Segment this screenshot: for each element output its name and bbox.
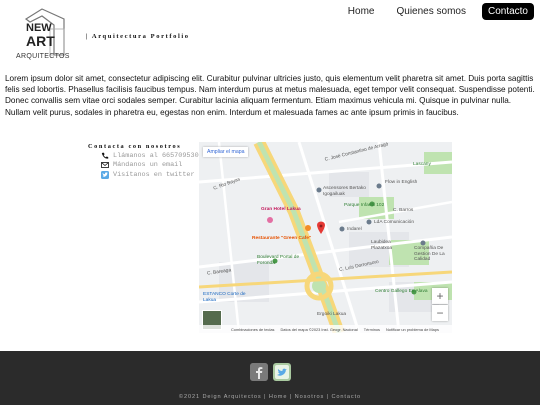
brand-subtitle: ARQUITECTOS bbox=[16, 53, 70, 60]
map-data-credit: Datos del mapa ©2023 Inst. Geogr. Nacion… bbox=[280, 326, 358, 332]
twitter-icon[interactable] bbox=[273, 363, 291, 381]
map-street-label: C. Barros bbox=[393, 208, 414, 213]
map-place-label: Flow in English bbox=[385, 180, 418, 185]
map-place-label: Compañia De Gestion De La Calidad bbox=[414, 246, 445, 262]
contact-phone-text: Llámanos al 665709530 bbox=[113, 151, 199, 160]
contact-title: Contacta con nosotros bbox=[88, 143, 182, 150]
nav-home[interactable]: Home bbox=[342, 3, 381, 20]
map-zoom-in-button[interactable]: + bbox=[432, 288, 448, 304]
map-place-label: Lascany bbox=[413, 162, 431, 167]
contact-list: Llámanos al 665709530 Mándanos un email … bbox=[101, 151, 199, 180]
twitter-icon bbox=[101, 170, 109, 179]
map-place-label: Ascensores Bertako Igogailuak bbox=[323, 186, 366, 197]
contact-email-text: Mándanos un email bbox=[113, 161, 183, 170]
embedded-map[interactable]: Ampliar el mapa Lascany C. José Constant… bbox=[199, 142, 452, 333]
header-tagline: | Arquitectura Portfolio bbox=[86, 33, 190, 40]
map-enlarge-button[interactable]: Ampliar el mapa bbox=[203, 147, 249, 157]
brand-name-line2: ART bbox=[26, 33, 55, 49]
site-footer: ©2021 Deign Arquitectos | Home | Nosotro… bbox=[0, 351, 540, 405]
brand-logo[interactable]: NEW ART ARQUITECTOS bbox=[14, 7, 74, 63]
map-attribution-bar: Combinaciones de teclas Datos del mapa ©… bbox=[199, 325, 452, 333]
phone-icon bbox=[101, 152, 109, 160]
map-place-label: Restaurante "Green Cafe" bbox=[252, 236, 312, 241]
map-place-label: Parque Infantil 102 bbox=[344, 203, 385, 208]
contact-twitter[interactable]: Visítanos en twitter bbox=[101, 170, 199, 180]
nav-contacto[interactable]: Contacto bbox=[481, 3, 534, 20]
map-place-label: Boulevard Portal de Foronda bbox=[257, 255, 300, 266]
footer-copyright: ©2021 Deign Arquitectos | Home | Nosotro… bbox=[178, 394, 362, 400]
contact-email[interactable]: Mándanos un email bbox=[101, 161, 199, 171]
map-place-label: Ergoiki Lakua bbox=[317, 312, 347, 317]
map-terms-link[interactable]: Términos bbox=[364, 327, 380, 332]
nav-quienes-somos[interactable]: Quienes somos bbox=[390, 3, 471, 20]
map-place-label: LdA Comunicación bbox=[374, 220, 414, 225]
contact-phone[interactable]: Llámanos al 665709530 bbox=[101, 151, 199, 161]
map-canvas bbox=[199, 142, 452, 333]
facebook-icon[interactable] bbox=[250, 363, 268, 381]
main-nav: Home Quienes somos Contacto bbox=[332, 3, 534, 20]
map-place-label: ESTANCO Corte de Lakua bbox=[203, 292, 246, 303]
map-place-label: Centro Gallego En Alava bbox=[375, 289, 428, 294]
map-place-label: Gran Hotel Lakua bbox=[261, 207, 301, 212]
mail-icon bbox=[101, 161, 109, 169]
map-zoom-out-button[interactable]: − bbox=[432, 305, 448, 321]
map-shortcuts-link[interactable]: Combinaciones de teclas bbox=[231, 327, 274, 332]
intro-paragraph: Lorem ipsum dolor sit amet, consectetur … bbox=[5, 74, 535, 117]
map-report-link[interactable]: Notificar un problema de Maps bbox=[386, 327, 439, 332]
map-place-label: Laubidea Plazatxoa bbox=[371, 240, 393, 251]
map-place-label: Indarel bbox=[347, 227, 362, 232]
contact-twitter-text: Visítanos en twitter bbox=[113, 170, 195, 179]
